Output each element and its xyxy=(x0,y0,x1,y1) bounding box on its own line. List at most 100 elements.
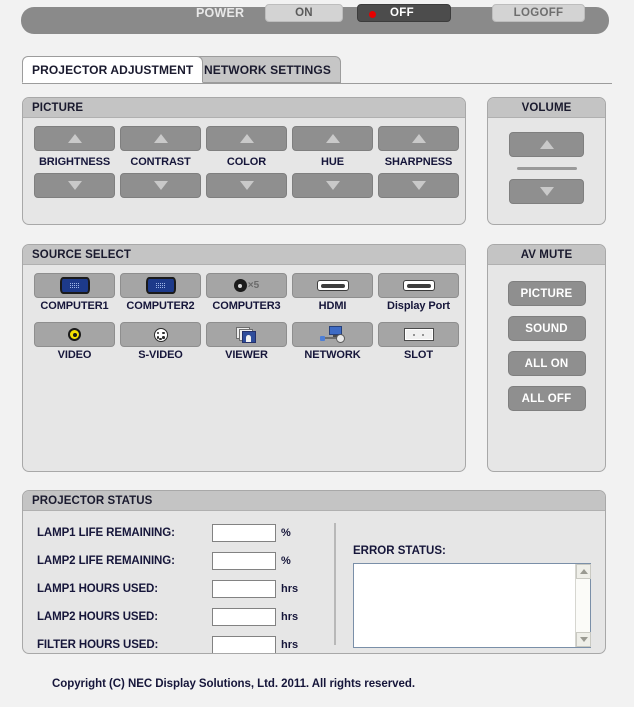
av-mute-panel: AV MUTE PICTURE SOUND ALL ON ALL OFF xyxy=(487,244,606,472)
source-display-port-button[interactable] xyxy=(378,273,459,298)
av-mute-sound-button[interactable]: SOUND xyxy=(507,316,586,341)
triangle-up-icon xyxy=(153,134,168,143)
source-video-label: VIDEO xyxy=(57,349,92,361)
hdmi-connector-icon xyxy=(316,280,349,291)
error-status-scrollbar[interactable] xyxy=(575,564,591,647)
lamp1-life-remaining-unit: % xyxy=(281,527,291,539)
status-row: LAMP2 LIFE REMAINING: % xyxy=(37,547,317,575)
hue-increase-button[interactable] xyxy=(292,126,373,151)
tab-bar: PROJECTOR ADJUSTMENT NETWORK SETTINGS xyxy=(22,56,612,84)
source-s-video: S-VIDEO xyxy=(120,322,201,361)
av-mute-all-off-button[interactable]: ALL OFF xyxy=(507,386,586,411)
color-decrease-button[interactable] xyxy=(206,173,287,198)
lamp2-hours-used-unit: hrs xyxy=(281,611,299,623)
hue-decrease-button[interactable] xyxy=(292,173,373,198)
source-select-row-1: COMPUTER1 COMPUTER2 ×5 COMPUTER3 HDMI Di… xyxy=(34,273,459,312)
lamp1-life-remaining-label: LAMP1 LIFE REMAINING: xyxy=(37,527,175,539)
sharpness-decrease-button[interactable] xyxy=(378,173,459,198)
volume-up-button[interactable] xyxy=(509,132,584,157)
source-viewer: VIEWER xyxy=(206,322,287,361)
source-hdmi: HDMI xyxy=(292,273,373,312)
source-select-grid: COMPUTER1 COMPUTER2 ×5 COMPUTER3 HDMI Di… xyxy=(34,273,459,371)
power-off-button[interactable]: OFF xyxy=(357,4,451,22)
lamp2-life-remaining-value[interactable] xyxy=(212,552,276,570)
power-on-button[interactable]: ON xyxy=(265,4,343,22)
volume-panel: VOLUME xyxy=(487,97,606,225)
source-hdmi-button[interactable] xyxy=(292,273,373,298)
status-row: LAMP1 LIFE REMAINING: % xyxy=(37,519,317,547)
color-increase-button[interactable] xyxy=(206,126,287,151)
lamp2-hours-used-label: LAMP2 HOURS USED: xyxy=(37,611,158,623)
power-status-led-icon xyxy=(369,11,376,18)
av-mute-all-on-button[interactable]: ALL ON xyxy=(507,351,586,376)
triangle-down-icon xyxy=(411,181,426,190)
brightness-increase-button[interactable] xyxy=(34,126,115,151)
hue-label: HUE xyxy=(321,156,344,168)
source-s-video-button[interactable] xyxy=(120,322,201,347)
source-select-panel-title: SOURCE SELECT xyxy=(23,245,465,265)
volume-panel-title: VOLUME xyxy=(488,98,605,118)
source-display-port: Display Port xyxy=(378,273,459,312)
filter-hours-used-label: FILTER HOURS USED: xyxy=(37,639,159,651)
error-status-textarea[interactable] xyxy=(353,563,591,648)
source-viewer-label: VIEWER xyxy=(225,349,268,361)
contrast-decrease-button[interactable] xyxy=(120,173,201,198)
lamp2-hours-used-value[interactable] xyxy=(212,608,276,626)
copyright-text: Copyright (C) NEC Display Solutions, Ltd… xyxy=(52,678,415,690)
logoff-button[interactable]: LOGOFF xyxy=(492,4,585,22)
source-computer2-button[interactable] xyxy=(120,273,201,298)
source-video: VIDEO xyxy=(34,322,115,361)
source-network: NETWORK xyxy=(292,322,373,361)
status-row: LAMP2 HOURS USED: hrs xyxy=(37,603,317,631)
volume-controls xyxy=(488,118,605,204)
viewer-slides-icon xyxy=(235,326,258,343)
picture-control-sharpness: SHARPNESS xyxy=(378,126,459,198)
power-label: POWER xyxy=(196,6,245,20)
projector-status-panel: PROJECTOR STATUS LAMP1 LIFE REMAINING: %… xyxy=(22,490,606,654)
status-row: LAMP1 HOURS USED: hrs xyxy=(37,575,317,603)
sharpness-label: SHARPNESS xyxy=(384,156,453,168)
source-s-video-label: S-VIDEO xyxy=(138,349,183,361)
brightness-decrease-button[interactable] xyxy=(34,173,115,198)
picture-control-color: COLOR xyxy=(206,126,287,198)
picture-panel-title: PICTURE xyxy=(23,98,465,118)
source-slot-button[interactable] xyxy=(378,322,459,347)
source-slot-label: SLOT xyxy=(404,349,433,361)
source-computer3-label: COMPUTER3 xyxy=(212,300,281,312)
tab-underline xyxy=(22,83,612,84)
volume-down-button[interactable] xyxy=(509,179,584,204)
picture-panel: PICTURE BRIGHTNESS CONTRAST COLOR HUE SH… xyxy=(22,97,466,225)
tab-projector-adjustment[interactable]: PROJECTOR ADJUSTMENT xyxy=(22,56,204,83)
projector-status-panel-title: PROJECTOR STATUS xyxy=(23,491,605,511)
source-hdmi-label: HDMI xyxy=(318,300,347,312)
lamp2-life-remaining-label: LAMP2 LIFE REMAINING: xyxy=(37,555,175,567)
source-computer2: COMPUTER2 xyxy=(120,273,201,312)
contrast-increase-button[interactable] xyxy=(120,126,201,151)
picture-control-contrast: CONTRAST xyxy=(120,126,201,198)
source-computer3-button[interactable]: ×5 xyxy=(206,273,287,298)
source-computer3: ×5 COMPUTER3 xyxy=(206,273,287,312)
sharpness-increase-button[interactable] xyxy=(378,126,459,151)
status-row: FILTER HOURS USED: hrs xyxy=(37,631,317,653)
source-viewer-button[interactable] xyxy=(206,322,287,347)
lamp1-life-remaining-value[interactable] xyxy=(212,524,276,542)
source-select-row-2: VIDEO S-VIDEO VIEWER NETWORK SLOT xyxy=(34,322,459,361)
source-network-button[interactable] xyxy=(292,322,373,347)
filter-hours-used-value[interactable] xyxy=(212,636,276,653)
triangle-up-icon xyxy=(325,134,340,143)
scroll-up-arrow-icon[interactable] xyxy=(576,564,591,579)
tab-network-settings[interactable]: NETWORK SETTINGS xyxy=(194,56,341,83)
triangle-down-icon xyxy=(67,181,82,190)
lamp1-hours-used-value[interactable] xyxy=(212,580,276,598)
av-mute-picture-button[interactable]: PICTURE xyxy=(507,281,586,306)
source-computer2-label: COMPUTER2 xyxy=(126,300,195,312)
source-computer1-button[interactable] xyxy=(34,273,115,298)
source-display-port-label: Display Port xyxy=(387,300,450,312)
network-monitor-icon xyxy=(319,326,346,343)
projector-status-fields: LAMP1 LIFE REMAINING: % LAMP2 LIFE REMAI… xyxy=(37,519,317,653)
contrast-label: CONTRAST xyxy=(130,156,191,168)
source-network-label: NETWORK xyxy=(304,349,361,361)
scroll-down-arrow-icon[interactable] xyxy=(576,632,591,647)
vga-connector-icon xyxy=(59,277,90,294)
source-video-button[interactable] xyxy=(34,322,115,347)
